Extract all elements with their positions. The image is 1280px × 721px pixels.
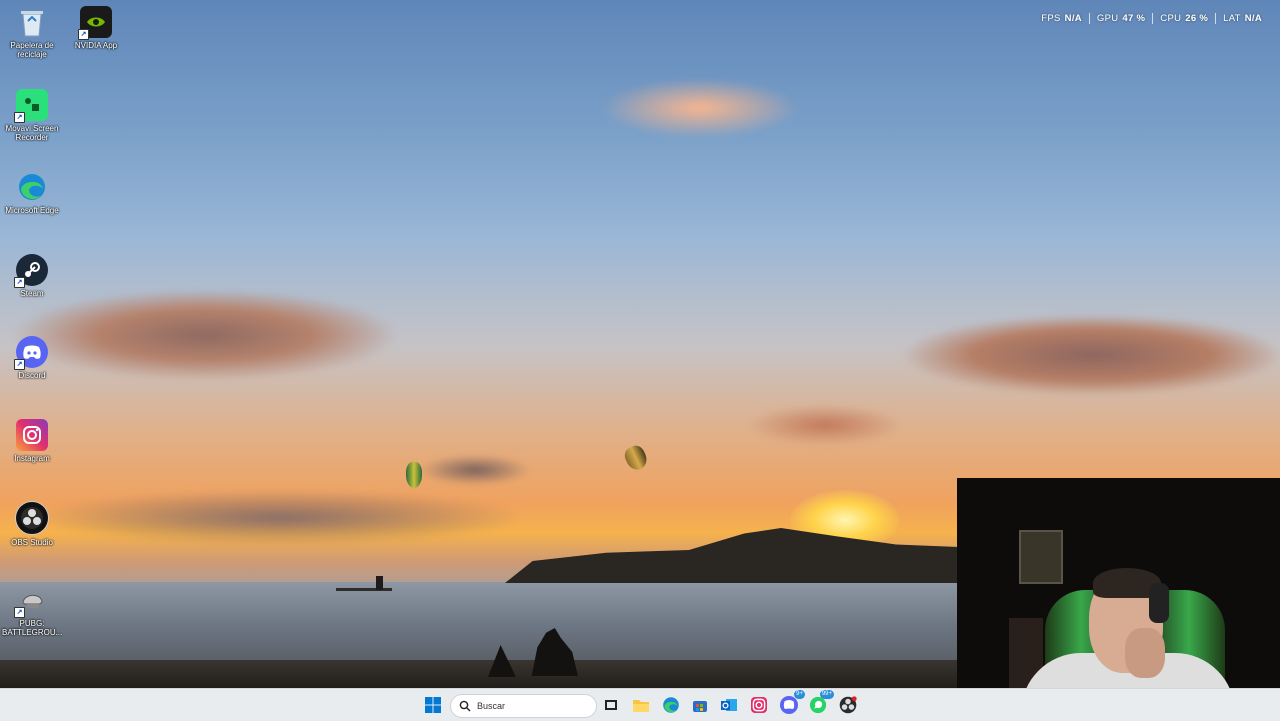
wallpaper-cloud <box>15 290 395 380</box>
desktop-icon-steam[interactable]: ↗ Steam <box>2 254 62 298</box>
wallpaper-cloud <box>600 78 800 138</box>
search-icon <box>459 700 471 712</box>
headset <box>1149 583 1169 623</box>
taskbar-store[interactable] <box>690 695 710 715</box>
taskbar-search-box[interactable]: Buscar <box>450 694 597 718</box>
desktop-icon-pubg[interactable]: ↗ PUBG: BATTLEGROU... <box>2 584 62 637</box>
fps-metric: FPS N/A <box>1034 13 1089 24</box>
wall-picture <box>1019 530 1063 584</box>
desktop-icon-label: Microsoft Edge <box>5 206 59 215</box>
discord-badge: 9+ <box>794 690 805 699</box>
edge-icon <box>663 697 679 713</box>
desktop-icon-label: Papelera de reciclaje <box>10 41 54 59</box>
wallpaper-kite <box>621 442 651 474</box>
desktop-icon-label: Discord <box>18 371 46 380</box>
windows-logo-icon <box>425 697 441 713</box>
start-button[interactable] <box>423 695 443 715</box>
lat-value: N/A <box>1244 13 1262 24</box>
shortcut-arrow-icon: ↗ <box>14 607 25 618</box>
cpu-metric: CPU 26 % <box>1152 13 1215 24</box>
fps-label: FPS <box>1041 13 1061 24</box>
desktop-icon-movavi[interactable]: ↗ Movavi Screen Recorder <box>2 89 62 142</box>
wallpaper-cloud <box>40 490 520 545</box>
desktop-icon-label: Steam <box>20 289 44 298</box>
taskbar-whatsapp[interactable]: 99+ <box>808 690 834 715</box>
obs-icon <box>15 501 49 535</box>
nvidia-icon: ↗ <box>78 6 112 40</box>
desktop-icon-obs-studio[interactable]: OBS Studio <box>2 501 62 547</box>
wallpaper-cloud <box>420 455 530 485</box>
taskbar-file-explorer[interactable] <box>631 695 651 715</box>
search-placeholder: Buscar <box>477 701 506 711</box>
obs-icon <box>839 696 857 714</box>
desktop-icon-label: OBS Studio <box>11 538 53 547</box>
wallpaper-kite <box>406 462 422 488</box>
whatsapp-badge: 99+ <box>819 690 834 699</box>
outlook-icon <box>721 699 737 711</box>
recycle-bin-icon <box>16 6 48 38</box>
wallpaper-island <box>505 528 965 583</box>
desktop-icon-label: Movavi Screen Recorder <box>5 124 59 142</box>
wallpaper-cloud <box>905 315 1280 395</box>
gpu-label: GPU <box>1096 13 1119 24</box>
gpu-value: 47 % <box>1122 13 1146 24</box>
desktop-icon-recycle-bin[interactable]: Papelera de reciclaje <box>2 6 62 59</box>
steam-icon: ↗ <box>14 254 48 288</box>
taskbar-outlook[interactable] <box>719 695 739 715</box>
shortcut-arrow-icon: ↗ <box>14 277 25 288</box>
gpu-metric: GPU 47 % <box>1088 13 1152 24</box>
fps-value: N/A <box>1064 13 1082 24</box>
wallpaper-kitesurfer-board <box>336 588 392 591</box>
cpu-value: 26 % <box>1185 13 1209 24</box>
taskbar-obs[interactable] <box>838 695 858 715</box>
shortcut-arrow-icon: ↗ <box>78 29 89 40</box>
webcam-overlay <box>957 478 1280 720</box>
desktop-icon-label: PUBG: BATTLEGROU... <box>2 619 63 637</box>
discord-icon <box>780 696 798 714</box>
taskbar-instagram[interactable] <box>749 695 769 715</box>
shortcut-arrow-icon: ↗ <box>14 359 25 370</box>
wallpaper-kitesurfer <box>376 576 383 590</box>
desktop-icon-label: NVIDIA App <box>74 41 118 50</box>
performance-overlay: FPS N/A GPU 47 % CPU 26 % LAT N/A <box>1034 13 1269 24</box>
discord-icon: ↗ <box>14 336 48 370</box>
desktop-icon-instagram[interactable]: Instagram <box>2 419 62 463</box>
taskbar: Buscar 9+ 99+ <box>0 688 1280 721</box>
taskbar-edge[interactable] <box>661 695 681 715</box>
desktop-icon-discord[interactable]: ↗ Discord <box>2 336 62 380</box>
wallpaper-beach <box>0 660 960 690</box>
movavi-icon: ↗ <box>14 89 48 123</box>
desktop-icon-microsoft-edge[interactable]: Microsoft Edge <box>2 171 62 215</box>
shortcut-arrow-icon: ↗ <box>14 112 25 123</box>
lat-label: LAT <box>1223 13 1241 24</box>
desktop-icon-nvidia-app[interactable]: ↗ NVIDIA App <box>66 6 126 50</box>
task-view-button[interactable] <box>601 695 621 715</box>
latency-metric: LAT N/A <box>1215 13 1269 24</box>
instagram-icon <box>751 697 767 713</box>
task-view-icon <box>605 700 617 710</box>
file-explorer-icon <box>633 700 649 712</box>
edge-icon <box>16 171 48 203</box>
person-hand <box>1125 628 1165 678</box>
wallpaper-sea <box>0 582 960 672</box>
taskbar-discord[interactable]: 9+ <box>779 690 805 715</box>
pubg-icon: ↗ <box>14 584 48 618</box>
desktop-icon-label: Instagram <box>14 454 50 463</box>
wallpaper-cloud <box>750 405 900 445</box>
store-icon <box>693 701 707 712</box>
cpu-label: CPU <box>1160 13 1182 24</box>
instagram-icon <box>16 419 48 451</box>
